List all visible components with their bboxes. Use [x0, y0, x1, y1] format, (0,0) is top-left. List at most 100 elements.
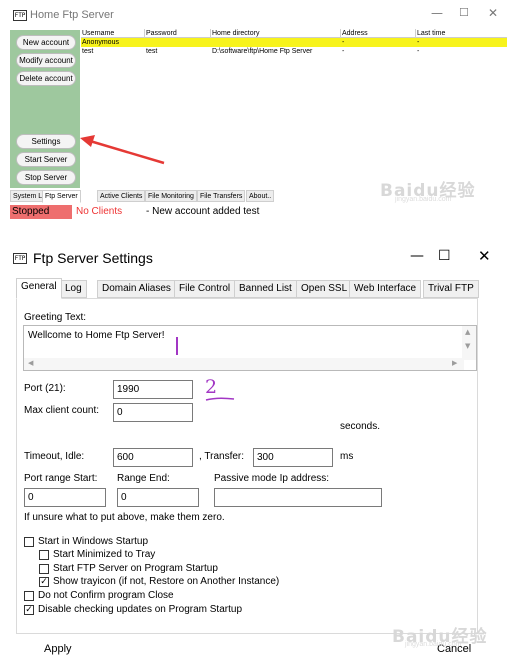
table-row[interactable]: test test D:\software\ftp\Home Ftp Serve… — [81, 47, 507, 56]
app-icon: FTP — [13, 10, 27, 21]
start-server-button[interactable]: Start Server — [16, 152, 76, 167]
timeout-input[interactable] — [113, 448, 193, 467]
cell-address: - — [342, 48, 345, 55]
window-title: Ftp Server Settings — [33, 250, 153, 266]
range-end-input[interactable] — [117, 488, 199, 507]
apply-button[interactable]: Apply — [44, 643, 72, 655]
header-password[interactable]: Password — [146, 29, 177, 38]
settings-tab-strip: General Log Domain Aliases File Control … — [16, 278, 479, 299]
cell-last-time: - — [417, 48, 420, 55]
timeout-label: Timeout, Idle: — [24, 451, 85, 462]
cell-home-directory: D:\software\ftp\Home Ftp Server — [212, 48, 313, 55]
scroll-left-icon[interactable]: ◀ — [28, 359, 33, 367]
maximize-button[interactable]: ☐ — [438, 248, 451, 264]
checkbox-start-windows[interactable] — [24, 537, 34, 547]
checkbox-show-trayicon[interactable]: ✓ — [39, 577, 49, 587]
cell-address: - — [342, 39, 345, 46]
clients-status: No Clients — [76, 206, 123, 217]
header-home-directory[interactable]: Home directory — [212, 29, 259, 38]
sidebar: New account Modify account Delete accoun… — [10, 30, 80, 188]
tab-active-clients[interactable]: Active Clients — [97, 190, 146, 202]
watermark-url: jingyan.baidu.com — [405, 641, 462, 648]
tab-banned-list[interactable]: Banned List — [234, 280, 297, 298]
checkbox-no-confirm[interactable] — [24, 591, 34, 601]
cell-username: Anonymous — [82, 39, 119, 46]
maximize-button[interactable]: ☐ — [459, 6, 469, 19]
tab-web-interface[interactable]: Web Interface — [349, 280, 422, 298]
port-input[interactable] — [113, 380, 193, 399]
cell-username: test — [82, 48, 94, 55]
settings-button[interactable]: Settings — [16, 134, 76, 149]
accounts-table: Username Password Home directory Address… — [81, 29, 507, 56]
tab-trival-ftp[interactable]: Trival FTP — [423, 280, 479, 298]
cell-last-time: - — [417, 39, 420, 46]
header-username[interactable]: Username — [82, 29, 114, 38]
tab-log[interactable]: Log — [60, 280, 87, 298]
horizontal-scrollbar[interactable]: ◀ ▶ — [24, 358, 464, 370]
status-bar: Stopped No Clients - New account added t… — [10, 205, 507, 219]
checkbox-start-windows-label: Start in Windows Startup — [38, 536, 149, 547]
close-button[interactable]: ✕ — [488, 6, 498, 20]
checkbox-start-ftp[interactable] — [39, 564, 49, 574]
cell-password: test — [146, 48, 158, 55]
table-header: Username Password Home directory Address… — [81, 29, 507, 38]
greeting-text: Wellcome to Home Ftp Server! — [28, 330, 165, 341]
port-range-start-input[interactable] — [24, 488, 106, 507]
annotation-mark — [176, 337, 178, 355]
checkbox-disable-updates[interactable]: ✓ — [24, 605, 34, 615]
tab-ftp-server[interactable]: Ftp Server — [42, 190, 81, 203]
stop-server-button[interactable]: Stop Server — [16, 170, 76, 185]
scroll-down-icon[interactable]: ▼ — [465, 342, 470, 350]
transfer-input[interactable] — [253, 448, 333, 467]
max-clients-label: Max client count: — [24, 405, 100, 416]
delete-account-button[interactable]: Delete account — [16, 71, 76, 86]
range-end-label: Range End: — [117, 473, 170, 484]
tab-file-monitoring[interactable]: File Monitoring — [145, 190, 197, 202]
checkbox-disable-updates-label: Disable checking updates on Program Star… — [38, 604, 243, 615]
checkbox-start-minimized-label: Start Minimized to Tray — [53, 549, 156, 560]
ftp-server-settings-window: FTP Ftp Server Settings — ☐ ✕ General Lo… — [0, 238, 507, 665]
checkbox-no-confirm-label: Do not Confirm program Close — [38, 590, 174, 601]
tab-open-ssl[interactable]: Open SSL — [296, 280, 353, 298]
hint-text: If unsure what to put above, make them z… — [24, 512, 225, 523]
passive-ip-input[interactable] — [214, 488, 382, 507]
transfer-label: , Transfer: — [199, 451, 245, 462]
checkbox-show-trayicon-label: Show trayicon (if not, Restore on Anothe… — [53, 576, 280, 587]
port-range-start-label: Port range Start: — [24, 473, 98, 484]
passive-ip-label: Passive mode Ip address: — [214, 473, 330, 484]
tab-file-transfers[interactable]: File Transfers — [197, 190, 246, 202]
vertical-scrollbar[interactable]: ▲ ▼ — [462, 326, 476, 360]
tab-general[interactable]: General — [16, 278, 62, 299]
new-account-button[interactable]: New account — [16, 35, 76, 50]
home-ftp-server-window: FTP Home Ftp Server — ☐ ✕ New account Mo… — [0, 0, 507, 224]
scroll-right-icon[interactable]: ▶ — [452, 359, 457, 367]
annotation-number: 2 — [205, 376, 218, 398]
tab-about[interactable]: About.. — [246, 190, 275, 202]
max-clients-input[interactable] — [113, 403, 193, 422]
header-last-time[interactable]: Last time — [417, 29, 445, 38]
checkbox-start-minimized[interactable] — [39, 550, 49, 560]
greeting-textarea[interactable]: Wellcome to Home Ftp Server! ▲ ▼ ◀ ▶ — [23, 325, 477, 371]
minimize-button[interactable]: — — [410, 248, 424, 264]
app-icon: FTP — [13, 253, 27, 264]
title-bar: FTP Home Ftp Server — ☐ ✕ — [0, 0, 507, 30]
greeting-label: Greeting Text: — [24, 312, 87, 323]
seconds-label: seconds. — [340, 421, 381, 432]
column-divider — [144, 29, 145, 38]
watermark-url: jingyan.baidu.com — [395, 196, 452, 203]
column-divider — [415, 29, 416, 38]
checkbox-start-ftp-label: Start FTP Server on Program Startup — [53, 563, 218, 574]
close-button[interactable]: ✕ — [478, 247, 491, 265]
modify-account-button[interactable]: Modify account — [16, 53, 76, 68]
annotation-underline — [205, 397, 235, 401]
scroll-up-icon[interactable]: ▲ — [465, 328, 470, 336]
tab-file-control[interactable]: File Control — [174, 280, 236, 298]
port-label: Port (21): — [24, 383, 66, 394]
status-message: - New account added test — [146, 206, 260, 217]
column-divider — [340, 29, 341, 38]
header-address[interactable]: Address — [342, 29, 368, 38]
tab-domain-aliases[interactable]: Domain Aliases — [97, 280, 176, 298]
minimize-button[interactable]: — — [431, 6, 443, 20]
table-row[interactable]: Anonymous - - — [81, 38, 507, 47]
window-title: Home Ftp Server — [30, 9, 114, 21]
